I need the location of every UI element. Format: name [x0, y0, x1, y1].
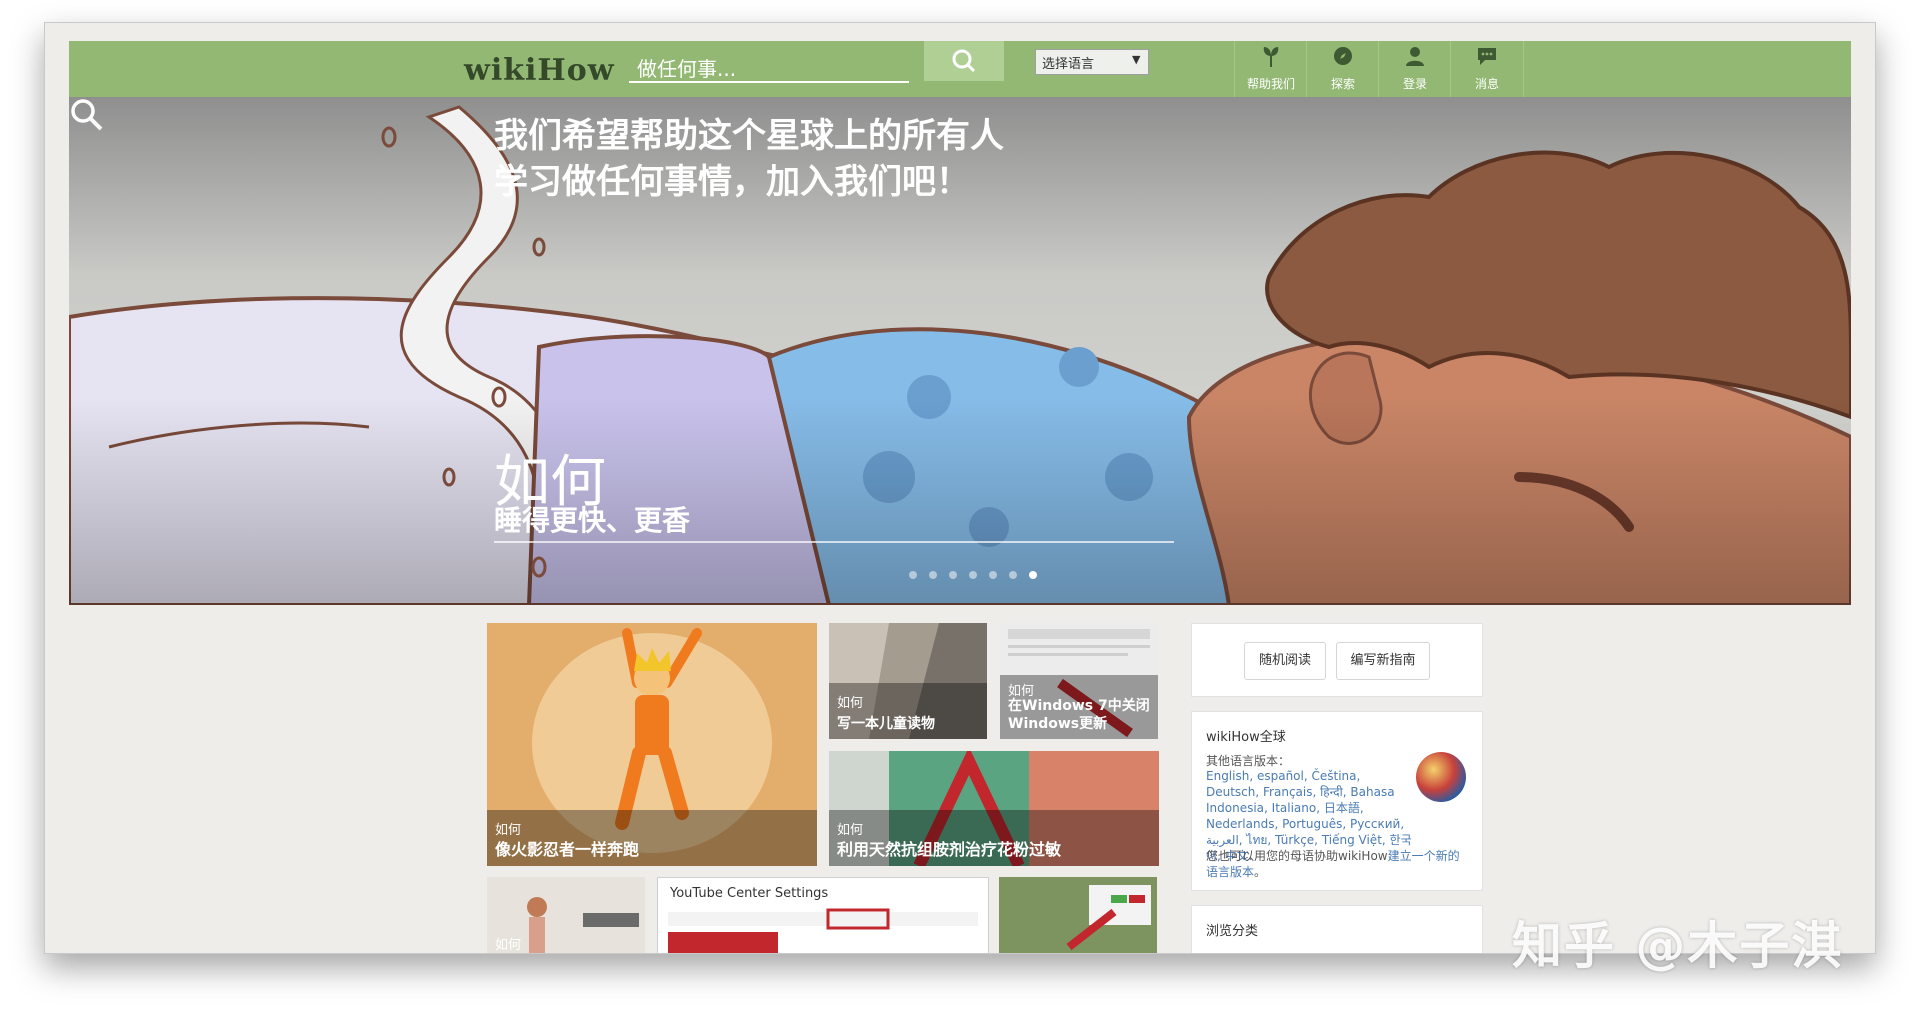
chevron-down-icon: ▼	[1132, 53, 1141, 66]
article-card-allergy[interactable]: 如何 利用天然抗组胺剂治疗花粉过敏	[829, 751, 1159, 866]
search-placeholder: 做任何事...	[637, 57, 737, 81]
hero-divider	[494, 541, 1174, 543]
search-button[interactable]	[924, 41, 1004, 81]
article-card-windows-update[interactable]: 如何 在Windows 7中关闭Windows更新	[1000, 623, 1158, 739]
sidebar-global: wikiHow全球 其他语言版本： English, español, Češt…	[1191, 711, 1483, 891]
article-card-5[interactable]: 如何	[487, 877, 645, 953]
hero-banner[interactable]: 我们希望帮助这个星球上的所有人 学习做任何事情，加入我们吧！ 如何 睡得更快、更…	[69, 97, 1851, 605]
hero-title-line2: 学习做任何事情，加入我们吧！	[494, 162, 970, 202]
global-title: wikiHow全球	[1206, 730, 1286, 745]
language-select[interactable]: 选择语言 ▼	[1035, 49, 1149, 75]
article-card-naruto[interactable]: 如何 像火影忍者一样奔跑	[487, 623, 817, 866]
carousel-dot[interactable]	[909, 571, 917, 579]
language-note: 您也可以用您的母语协助wikiHow建立一个新的语言版本。	[1206, 848, 1468, 880]
search-input[interactable]: 做任何事...	[629, 49, 909, 83]
carousel-dot[interactable]	[949, 571, 957, 579]
nav-help-us[interactable]: 帮助我们	[1234, 41, 1307, 97]
card-title: YouTube Center Settings	[670, 886, 829, 901]
sidebar-categories: 浏览分类	[1191, 905, 1483, 953]
article-card-childrens-book[interactable]: 如何 写一本儿童读物	[829, 623, 987, 739]
card-title: 写一本儿童读物	[837, 716, 935, 732]
article-card-7[interactable]	[999, 877, 1157, 953]
card-how-label: 如何	[495, 938, 522, 953]
globe-icon	[1416, 752, 1466, 802]
compass-icon	[1334, 47, 1352, 65]
message-icon	[1478, 48, 1496, 65]
hero-article-title[interactable]: 睡得更快、更香	[494, 499, 690, 539]
help-us-icon	[1263, 47, 1279, 67]
carousel-dot[interactable]	[969, 571, 977, 579]
watermark: 知乎 @木子淇	[1512, 917, 1844, 975]
article-card-youtube[interactable]: YouTube Center Settings	[657, 877, 989, 953]
hero-title-line1: 我们希望帮助这个星球上的所有人	[494, 116, 1004, 156]
carousel-dot[interactable]	[1029, 571, 1037, 579]
hero-title: 我们希望帮助这个星球上的所有人 学习做任何事情，加入我们吧！	[494, 113, 1004, 205]
other-languages-label: 其他语言版本：	[1206, 754, 1291, 768]
nav-explore-label: 探索	[1330, 77, 1355, 91]
sidebar-actions: 随机阅读 编写新指南	[1191, 623, 1483, 697]
search-icon	[952, 49, 976, 73]
card-thumbnail	[668, 908, 978, 953]
user-icon	[1406, 47, 1424, 66]
random-article-button[interactable]: 随机阅读	[1244, 642, 1326, 680]
note-suffix: 。	[1254, 865, 1267, 879]
wikihow-logo[interactable]: wikiHow	[464, 53, 615, 88]
carousel-dot[interactable]	[1009, 571, 1017, 579]
language-select-label: 选择语言	[1042, 57, 1095, 72]
card-title: 利用天然抗组胺剂治疗花粉过敏	[837, 840, 1062, 859]
carousel-dot[interactable]	[989, 571, 997, 579]
search-icon[interactable]	[69, 97, 105, 133]
nav-help-us-label: 帮助我们	[1246, 77, 1295, 91]
note-prefix: 您也可以用您的母语协助wikiHow	[1206, 849, 1388, 863]
card-how-label: 如何	[837, 696, 864, 711]
carousel-dot[interactable]	[929, 571, 937, 579]
write-article-button[interactable]: 编写新指南	[1336, 642, 1430, 680]
card-thumbnail	[999, 877, 1157, 953]
nav-messages[interactable]: 消息	[1450, 41, 1524, 97]
header-bar: wikiHow 做任何事... 选择语言 ▼ 帮助我们 探索 登录 消息	[69, 41, 1851, 97]
card-title: 像火影忍者一样奔跑	[495, 840, 640, 859]
nav-login-label: 登录	[1402, 77, 1427, 91]
nav-explore[interactable]: 探索	[1306, 41, 1379, 97]
nav-login[interactable]: 登录	[1378, 41, 1451, 97]
browse-categories-title[interactable]: 浏览分类	[1206, 920, 1258, 939]
browser-frame: wikiHow 做任何事... 选择语言 ▼ 帮助我们 探索 登录 消息 我们希…	[44, 22, 1876, 954]
nav-messages-label: 消息	[1474, 77, 1499, 91]
card-title: 在Windows 7中关闭Windows更新	[1008, 698, 1150, 732]
